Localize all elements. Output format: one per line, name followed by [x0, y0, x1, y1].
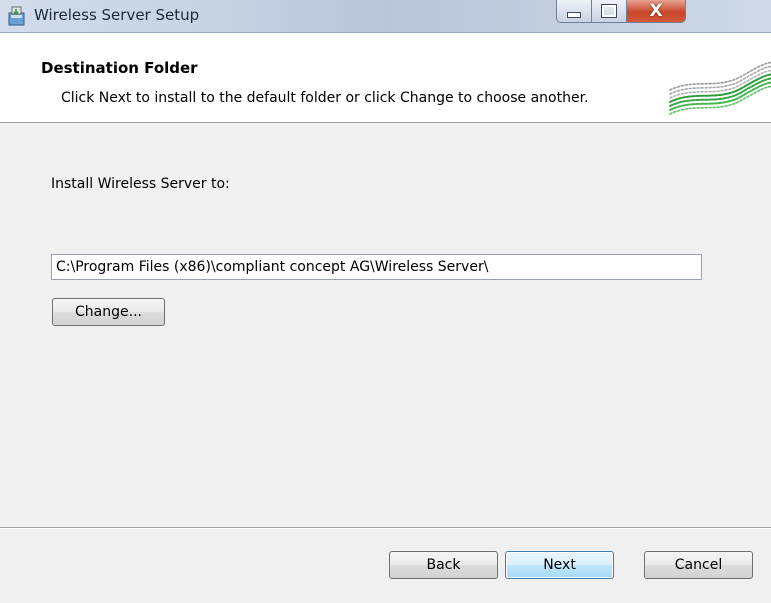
- installer-icon: [6, 5, 28, 27]
- wave-logo: [666, 50, 771, 122]
- cancel-button[interactable]: Cancel: [644, 551, 753, 579]
- close-button[interactable]: X: [627, 0, 685, 22]
- page-title: Destination Folder: [41, 59, 198, 77]
- maximize-icon: [601, 4, 617, 18]
- minimize-button[interactable]: [557, 0, 592, 22]
- footer-divider: [0, 527, 771, 529]
- window-title: Wireless Server Setup: [34, 6, 200, 24]
- next-button[interactable]: Next: [505, 551, 614, 579]
- title-bar[interactable]: Wireless Server Setup X: [0, 0, 771, 33]
- maximize-button[interactable]: [592, 0, 627, 22]
- setup-window: Wireless Server Setup X Destination Fold…: [0, 0, 771, 603]
- change-folder-button[interactable]: Change...: [52, 298, 165, 326]
- page-subtitle: Click Next to install to the default fol…: [61, 90, 589, 106]
- caption-buttons: X: [556, 0, 686, 23]
- back-button[interactable]: Back: [389, 551, 498, 579]
- close-icon: X: [649, 1, 663, 21]
- install-location-label: Install Wireless Server to:: [51, 176, 230, 192]
- header-banner: [0, 33, 771, 123]
- install-path-field[interactable]: [51, 254, 702, 280]
- minimize-icon: [567, 12, 581, 18]
